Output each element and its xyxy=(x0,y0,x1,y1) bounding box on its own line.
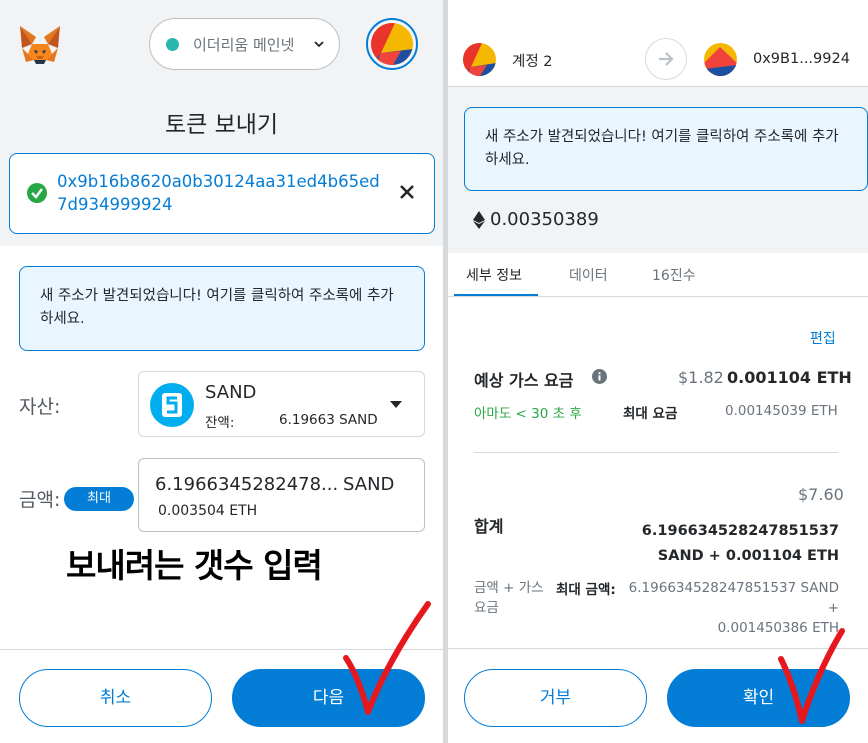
info-icon[interactable] xyxy=(592,369,607,384)
close-icon[interactable] xyxy=(399,184,415,200)
active-tab-indicator xyxy=(454,294,538,296)
confirm-transaction-panel: 계정 2 0x9B1...9924 새 주소가 발견되었습니다! 여기를 클릭하… xyxy=(448,0,868,743)
chevron-down-icon xyxy=(314,41,324,48)
footer-divider xyxy=(448,648,868,649)
max-amount-line2: 0.001450386 ETH xyxy=(717,620,839,636)
annotation-caption: 보내려는 갯수 입력 xyxy=(66,546,323,585)
network-name: 이더리움 메인넷 xyxy=(193,35,295,54)
notice-text: 새 주소가 발견되었습니다! 여기를 클릭하여 주소록에 추가하세요. xyxy=(40,288,394,327)
footer-divider xyxy=(0,649,443,650)
total-amount-line2: SAND + 0.001104 ETH xyxy=(657,548,839,564)
asset-selector[interactable]: SAND 잔액: 6.19663 SAND xyxy=(138,371,425,437)
gas-time-estimate: 아마도 < 30 초 후 xyxy=(474,406,582,422)
total-usd: $7.60 xyxy=(798,485,844,504)
caret-down-icon xyxy=(390,401,402,408)
recipient-address-field[interactable]: 0x9b16b8620a0b30124aa31ed4b65ed7d9349999… xyxy=(9,153,435,234)
max-amount-label: 최대 금액: xyxy=(556,582,616,598)
notice-text: 새 주소가 발견되었습니다! 여기를 클릭하여 주소록에 추가하세요. xyxy=(485,129,839,168)
send-token-panel: 이더리움 메인넷 토큰 보내기 0x9b16b8620a0b30124aa31e… xyxy=(0,0,443,743)
balance-label: 잔액: xyxy=(205,415,235,431)
next-button[interactable]: 다음 xyxy=(232,669,425,727)
amount-unit: SAND xyxy=(343,474,395,495)
metamask-fox-icon xyxy=(20,26,60,64)
max-amount-line1: 6.196634528247851537 SAND + xyxy=(628,580,839,616)
asset-label: 자산: xyxy=(19,396,61,418)
new-address-notice[interactable]: 새 주소가 발견되었습니다! 여기를 클릭하여 주소록에 추가하세요. xyxy=(464,107,868,191)
max-fee-label: 최대 요금 xyxy=(623,406,678,422)
sender-account-name: 계정 2 xyxy=(512,54,553,70)
tab-data[interactable]: 데이터 xyxy=(569,265,608,285)
tab-details[interactable]: 세부 정보 xyxy=(466,265,522,285)
sand-token-icon xyxy=(150,383,194,427)
network-selector[interactable]: 이더리움 메인넷 xyxy=(149,18,340,70)
max-amount-value: 6.196634528247851537 SAND + 0.001450386 … xyxy=(618,578,839,638)
amount-plus-gas-label: 금액 + 가스 요금 xyxy=(474,580,544,616)
cancel-button[interactable]: 취소 xyxy=(19,669,212,727)
detail-tabs: 세부 정보 데이터 16진수 xyxy=(448,253,868,297)
total-label: 합계 xyxy=(474,517,504,536)
account-identicon-icon xyxy=(371,23,413,65)
edit-gas-link[interactable]: 편집 xyxy=(810,328,836,348)
max-fee-value: 0.00145039 ETH xyxy=(725,403,838,419)
gas-fee-eth: 0.001104 ETH xyxy=(727,368,852,387)
eth-amount: 0.00350389 xyxy=(490,209,599,230)
amount-input[interactable]: 6.1966345282478... SAND 0.003504 ETH xyxy=(138,458,425,532)
tab-hex[interactable]: 16진수 xyxy=(652,265,696,285)
section-divider xyxy=(474,452,838,453)
page-title: 토큰 보내기 xyxy=(164,112,279,138)
recipient-address: 0x9b16b8620a0b30124aa31ed4b65ed7d9349999… xyxy=(57,172,380,214)
sender-recipient-header: 계정 2 0x9B1...9924 xyxy=(448,0,868,86)
send-header: 이더리움 메인넷 토큰 보내기 0x9b16b8620a0b30124aa31e… xyxy=(0,0,443,246)
new-address-notice[interactable]: 새 주소가 발견되었습니다! 여기를 클릭하여 주소록에 추가하세요. xyxy=(19,266,425,351)
direction-indicator xyxy=(645,38,687,80)
reject-button[interactable]: 거부 xyxy=(464,669,647,727)
estimated-gas-label: 예상 가스 요금 xyxy=(474,371,574,390)
arrow-right-icon xyxy=(659,52,674,66)
total-amount: 6.196634528247851537 SAND + 0.001104 ETH xyxy=(638,519,839,569)
balance-value: 6.19663 SAND xyxy=(279,412,378,428)
recipient-identicon-icon xyxy=(704,43,737,76)
network-status-dot xyxy=(166,37,179,51)
account-avatar[interactable] xyxy=(366,18,418,70)
max-amount-button[interactable]: 최대 xyxy=(64,487,134,511)
check-circle-icon xyxy=(27,183,47,203)
amount-eth-equivalent: 0.003504 ETH xyxy=(158,503,258,519)
confirm-button[interactable]: 확인 xyxy=(667,669,850,727)
sender-identicon-icon xyxy=(463,43,496,76)
ethereum-icon xyxy=(473,211,485,229)
asset-symbol: SAND xyxy=(205,382,257,403)
total-amount-line1: 6.196634528247851537 xyxy=(641,523,839,539)
amount-value: 6.1966345282478... xyxy=(155,474,339,495)
recipient-address-short: 0x9B1...9924 xyxy=(753,51,850,67)
amount-label: 금액: xyxy=(19,489,61,511)
gas-fee-usd: $1.82 xyxy=(678,368,724,387)
